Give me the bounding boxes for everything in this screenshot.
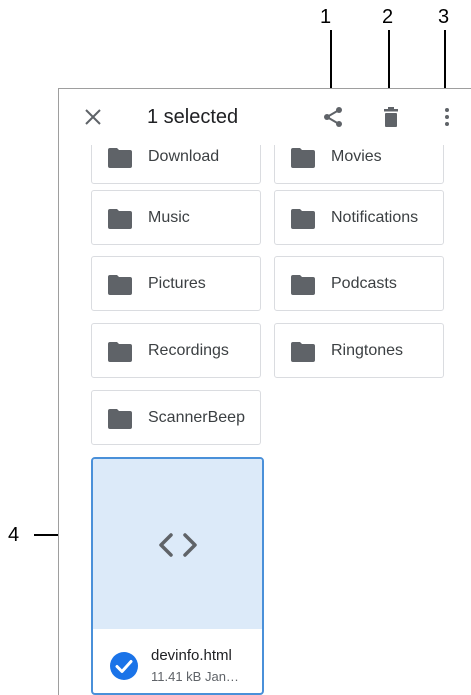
more-vert-icon[interactable] bbox=[435, 105, 459, 129]
callout-number-2: 2 bbox=[382, 6, 394, 28]
folder-tile-movies[interactable]: Movies bbox=[274, 145, 444, 184]
folder-label: Ringtones bbox=[331, 342, 404, 359]
folder-label: ScannerBeep bbox=[148, 409, 245, 426]
folder-icon bbox=[291, 275, 315, 295]
close-icon[interactable] bbox=[81, 105, 105, 129]
folder-label: Recordings bbox=[148, 342, 229, 359]
folder-tile-pictures[interactable]: Pictures bbox=[91, 256, 261, 311]
folder-label: Pictures bbox=[148, 275, 206, 292]
folder-tile-download[interactable]: Download bbox=[91, 145, 261, 184]
folder-tile-music[interactable]: Music bbox=[91, 190, 261, 245]
folder-icon bbox=[108, 342, 132, 362]
folder-icon bbox=[291, 209, 315, 229]
folder-icon bbox=[108, 275, 132, 295]
folder-icon bbox=[108, 409, 132, 429]
code-icon bbox=[159, 533, 197, 557]
file-browser-window: 1 selected Download Movies Music Notific… bbox=[58, 88, 471, 695]
folder-label: Download bbox=[148, 148, 220, 165]
file-card-devinfo[interactable]: devinfo.html 11.41 kB Jan… bbox=[91, 457, 264, 695]
folder-icon bbox=[108, 148, 132, 168]
selection-app-bar: 1 selected bbox=[59, 89, 471, 145]
callout-line-1 bbox=[330, 30, 332, 94]
folder-label: Music bbox=[148, 209, 190, 226]
folder-tile-notifications[interactable]: Notifications bbox=[274, 190, 444, 245]
folder-icon bbox=[291, 342, 315, 362]
callout-number-1: 1 bbox=[320, 6, 332, 28]
delete-icon[interactable] bbox=[379, 105, 403, 129]
share-icon[interactable] bbox=[321, 105, 345, 129]
file-preview bbox=[93, 459, 262, 629]
folder-label: Podcasts bbox=[331, 275, 397, 292]
callout-line-3 bbox=[444, 30, 446, 94]
folder-label: Notifications bbox=[331, 209, 419, 226]
selected-check-icon[interactable] bbox=[109, 651, 139, 681]
file-list[interactable]: Download Movies Music Notifications Pict… bbox=[59, 145, 471, 695]
selection-count-title: 1 selected bbox=[147, 106, 239, 128]
folder-icon bbox=[291, 148, 315, 168]
folder-icon bbox=[108, 209, 132, 229]
folder-tile-recordings[interactable]: Recordings bbox=[91, 323, 261, 378]
callout-line-2 bbox=[388, 30, 390, 94]
callout-number-4: 4 bbox=[8, 524, 20, 546]
file-name: devinfo.html bbox=[151, 647, 232, 664]
folder-tile-scannerbeep[interactable]: ScannerBeep bbox=[91, 390, 261, 445]
folder-tile-ringtones[interactable]: Ringtones bbox=[274, 323, 444, 378]
callout-number-3: 3 bbox=[438, 6, 450, 28]
folder-label: Movies bbox=[331, 148, 382, 165]
file-meta: 11.41 kB Jan… bbox=[151, 669, 239, 684]
folder-tile-podcasts[interactable]: Podcasts bbox=[274, 256, 444, 311]
